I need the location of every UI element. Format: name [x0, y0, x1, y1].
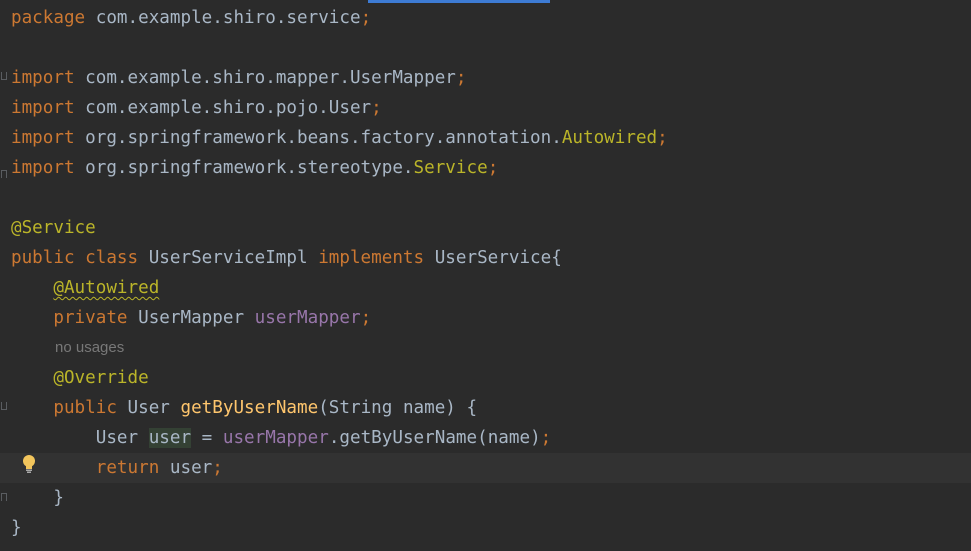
import-path: org.springframework.stereotype.	[74, 158, 414, 178]
import-path: org.springframework.beans.factory.annota…	[74, 128, 562, 148]
field-type: UserMapper	[127, 308, 255, 328]
annotation-autowired[interactable]: @Autowired	[53, 278, 159, 298]
method-params: (String name) {	[318, 398, 478, 418]
code-line-12[interactable]: @Override	[11, 363, 971, 393]
code-line-1[interactable]: package com.example.shiro.service;	[11, 3, 971, 33]
code-editor[interactable]: package com.example.shiro.service; impor…	[0, 0, 971, 551]
import-path: com.example.shiro.pojo.User	[74, 98, 372, 118]
keyword-package: package	[11, 8, 86, 28]
import-annotation-type: Service	[413, 158, 488, 178]
usages-hint[interactable]: no usages	[55, 333, 124, 363]
semicolon: ;	[487, 158, 499, 178]
code-line-15[interactable]: return user;	[0, 453, 971, 483]
code-line-9[interactable]: public class UserServiceImpl implements …	[11, 243, 971, 273]
keyword-import: import	[11, 158, 75, 178]
assignment-operator: =	[191, 428, 223, 448]
fold-marker-imports-start[interactable]	[1, 72, 7, 80]
import-path: com.example.shiro.mapper.UserMapper	[74, 68, 456, 88]
closing-brace-class: }	[11, 518, 22, 538]
code-line-6[interactable]: import org.springframework.stereotype.Se…	[11, 153, 971, 183]
code-line-11[interactable]: private UserMapper userMapper;	[11, 303, 971, 333]
method-name: getByUserName	[180, 398, 319, 418]
local-var-type: User	[95, 428, 149, 448]
keyword-import: import	[11, 68, 75, 88]
method-call: .getByUserName(name)	[328, 428, 541, 448]
fold-marker-method-end[interactable]	[1, 493, 7, 501]
keyword-public-class: public class	[11, 248, 139, 268]
annotation-service: @Service	[11, 218, 96, 238]
import-annotation-type: Autowired	[561, 128, 658, 148]
class-name: UserServiceImpl	[138, 248, 319, 268]
semicolon: ;	[657, 128, 668, 148]
return-value: user	[159, 458, 213, 478]
keyword-import: import	[11, 128, 75, 148]
keyword-implements: implements	[318, 248, 425, 268]
code-line-5[interactable]: import org.springframework.beans.factory…	[11, 123, 971, 153]
lightbulb-icon[interactable]	[21, 454, 37, 474]
code-line-3[interactable]: import com.example.shiro.mapper.UserMapp…	[11, 63, 971, 93]
return-type: User	[116, 398, 181, 418]
keyword-public: public	[53, 398, 117, 418]
code-line-4[interactable]: import com.example.shiro.pojo.User;	[11, 93, 971, 123]
keyword-import: import	[11, 98, 75, 118]
code-line-14[interactable]: User user = userMapper.getByUserName(nam…	[11, 423, 971, 453]
code-line-13[interactable]: public User getByUserName(String name) {	[11, 393, 971, 423]
semicolon: ;	[360, 308, 372, 328]
keyword-return: return	[95, 458, 160, 478]
semicolon: ;	[360, 8, 372, 28]
code-line-16[interactable]: }	[11, 483, 971, 513]
keyword-private: private	[53, 308, 128, 328]
field-user-mapper: userMapper	[254, 308, 361, 328]
fold-marker-imports-end[interactable]	[1, 170, 7, 178]
semicolon: ;	[371, 98, 382, 118]
package-name: com.example.shiro.service	[85, 8, 361, 28]
semicolon: ;	[212, 458, 223, 478]
annotation-override: @Override	[53, 368, 149, 388]
code-line-10[interactable]: @Autowired	[11, 273, 971, 303]
interface-name: UserService{	[424, 248, 562, 268]
local-var-user: user	[148, 428, 192, 448]
code-line-17[interactable]: }	[11, 513, 971, 543]
fold-marker-method-start[interactable]	[1, 402, 7, 410]
semicolon: ;	[455, 68, 467, 88]
field-user-mapper-ref: userMapper	[222, 428, 329, 448]
code-line-8[interactable]: @Service	[11, 213, 971, 243]
closing-brace-method: }	[53, 488, 64, 508]
semicolon: ;	[540, 428, 552, 448]
